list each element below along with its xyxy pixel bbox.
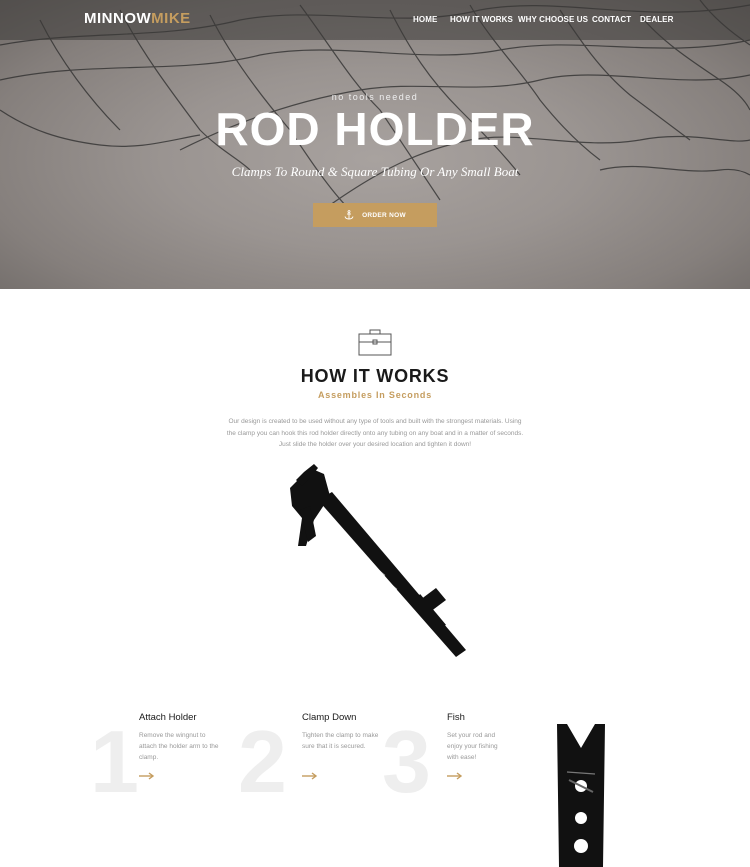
step-3-text: Set your rod and enjoy your fishing with… — [447, 732, 498, 761]
hero-subtitle: Clamps To Round & Square Tubing Or Any S… — [231, 164, 519, 179]
how-it-works-subtitle: Assembles In Seconds — [317, 390, 433, 400]
nav-item-how-it-works[interactable]: HOW IT WORKS — [450, 15, 513, 24]
hero-section: MINNOWMIKE HOME HOW IT WORKS WHY CHOOSE … — [0, 0, 750, 289]
anchor-icon — [344, 210, 354, 220]
step-2-title: Clamp Down — [302, 712, 357, 723]
hero-title: ROD HOLDER — [215, 103, 535, 155]
holder-bracket-image — [557, 724, 605, 867]
step-3-title: Fish — [447, 712, 465, 723]
step-2-text: Tighten the clamp to make sure that it i… — [302, 732, 379, 750]
step-3-arrow-icon[interactable] — [447, 772, 463, 780]
order-now-label: ORDER NOW — [362, 211, 406, 219]
step-1-text: Remove the wingnut to attach the holder … — [139, 732, 219, 761]
main-nav: HOME HOW IT WORKS WHY CHOOSE US CONTACT … — [0, 15, 750, 27]
step-3-number: 3 — [382, 712, 431, 811]
step-2-number: 2 — [238, 712, 287, 811]
rod-holder-product-image — [290, 464, 466, 657]
hero-kicker: no tools needed — [331, 92, 419, 102]
how-it-works-title: HOW IT WORKS — [300, 366, 450, 386]
nav-item-dealer[interactable]: DEALER — [640, 15, 674, 24]
order-now-button[interactable]: ORDER NOW — [313, 203, 437, 227]
step-1-arrow-icon[interactable] — [139, 772, 155, 780]
nav-item-home[interactable]: HOME — [413, 15, 437, 24]
toolbox-icon — [358, 329, 392, 356]
nav-item-why-choose-us[interactable]: WHY CHOOSE US — [518, 15, 588, 24]
step-1-title: Attach Holder — [139, 712, 197, 723]
how-it-works-description: Our design is created to be used without… — [226, 418, 524, 448]
step-1-number: 1 — [90, 712, 139, 811]
nav-item-contact[interactable]: CONTACT — [592, 15, 631, 24]
step-2-arrow-icon[interactable] — [302, 772, 318, 780]
